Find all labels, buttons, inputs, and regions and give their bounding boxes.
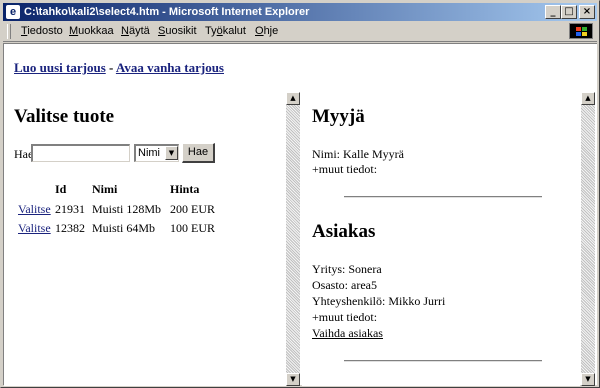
scroll-down-icon[interactable]: ▼ bbox=[286, 373, 300, 386]
window-title: C:\tahko\kali2\select4.htm - Microsoft I… bbox=[24, 6, 310, 18]
menu-suosikit[interactable]: Suosikit bbox=[158, 25, 197, 37]
product-price: 100 EUR bbox=[170, 221, 215, 235]
menu-tiedosto[interactable]: Tiedosto bbox=[21, 25, 63, 37]
title-bar: e C:\tahko\kali2\select4.htm - Microsoft… bbox=[3, 3, 597, 21]
column-header-id: Id bbox=[55, 182, 67, 196]
maximize-button[interactable]: □ bbox=[561, 5, 577, 19]
customer-heading: Asiakas bbox=[312, 221, 376, 242]
open-offer-link[interactable]: Avaa vanha tarjous bbox=[116, 60, 224, 75]
scroll-up-icon[interactable]: ▲ bbox=[286, 92, 300, 105]
scroll-down-icon[interactable]: ▼ bbox=[581, 373, 595, 386]
seller-more-info: +muut tiedot: bbox=[312, 162, 378, 176]
scroll-up-icon[interactable]: ▲ bbox=[581, 92, 595, 105]
minimize-button[interactable]: _ bbox=[545, 5, 561, 19]
menu-nayta[interactable]: Näytä bbox=[121, 25, 150, 37]
product-id: 21931 bbox=[55, 202, 85, 216]
search-input[interactable] bbox=[31, 144, 130, 162]
ie-icon: e bbox=[6, 5, 20, 19]
menu-ohje[interactable]: Ohje bbox=[255, 25, 278, 37]
info-frame: Myyjä Nimi: Kalle Myyrä +muut tiedot: As… bbox=[302, 92, 580, 386]
top-links: Luo uusi tarjous - Avaa vanha tarjous bbox=[14, 60, 224, 76]
search-button[interactable]: Hae bbox=[182, 143, 215, 163]
left-frame-scrollbar[interactable]: ▲ ▼ bbox=[286, 92, 300, 386]
link-separator: - bbox=[109, 60, 114, 75]
seller-heading: Myyjä bbox=[312, 106, 365, 127]
windows-logo-icon bbox=[569, 23, 593, 39]
column-header-name: Nimi bbox=[92, 182, 118, 196]
right-frame-scrollbar[interactable]: ▲ ▼ bbox=[581, 92, 595, 386]
close-button[interactable]: × bbox=[579, 5, 595, 19]
product-frame: Valitse tuote Hae Nimi ▼ Hae Id Nimi Hin… bbox=[4, 92, 286, 386]
column-header-price: Hinta bbox=[170, 182, 200, 196]
divider bbox=[344, 196, 542, 198]
change-customer-link[interactable]: Vaihda asiakas bbox=[312, 326, 383, 341]
product-price: 200 EUR bbox=[170, 202, 215, 216]
chevron-down-icon[interactable]: ▼ bbox=[165, 146, 178, 160]
select-product-link[interactable]: Valitse bbox=[18, 221, 51, 236]
product-name: Muisti 128Mb bbox=[92, 202, 162, 216]
menu-bar: Tiedosto Muokkaa Näytä Suosikit Työkalut… bbox=[3, 22, 597, 42]
seller-name: Nimi: Kalle Myyrä bbox=[312, 147, 404, 161]
toolbar-grip bbox=[7, 24, 11, 39]
customer-more-info: +muut tiedot: bbox=[312, 310, 378, 324]
browser-window: e C:\tahko\kali2\select4.htm - Microsoft… bbox=[0, 0, 600, 388]
menu-tyokalut[interactable]: Työkalut bbox=[205, 25, 246, 37]
divider bbox=[344, 360, 542, 362]
search-field-select[interactable]: Nimi ▼ bbox=[134, 144, 179, 162]
select-product-link[interactable]: Valitse bbox=[18, 202, 51, 217]
product-name: Muisti 64Mb bbox=[92, 221, 156, 235]
menu-muokkaa[interactable]: Muokkaa bbox=[69, 25, 114, 37]
customer-contact: Yhteyshenkilö: Mikko Jurri bbox=[312, 294, 446, 308]
select-value: Nimi bbox=[138, 147, 160, 159]
product-heading: Valitse tuote bbox=[14, 106, 115, 127]
customer-company: Yritys: Sonera bbox=[312, 262, 382, 276]
customer-department: Osasto: area5 bbox=[312, 278, 377, 292]
page-content: Luo uusi tarjous - Avaa vanha tarjous Va… bbox=[3, 43, 597, 386]
new-offer-link[interactable]: Luo uusi tarjous bbox=[14, 60, 106, 75]
product-id: 12382 bbox=[55, 221, 85, 235]
